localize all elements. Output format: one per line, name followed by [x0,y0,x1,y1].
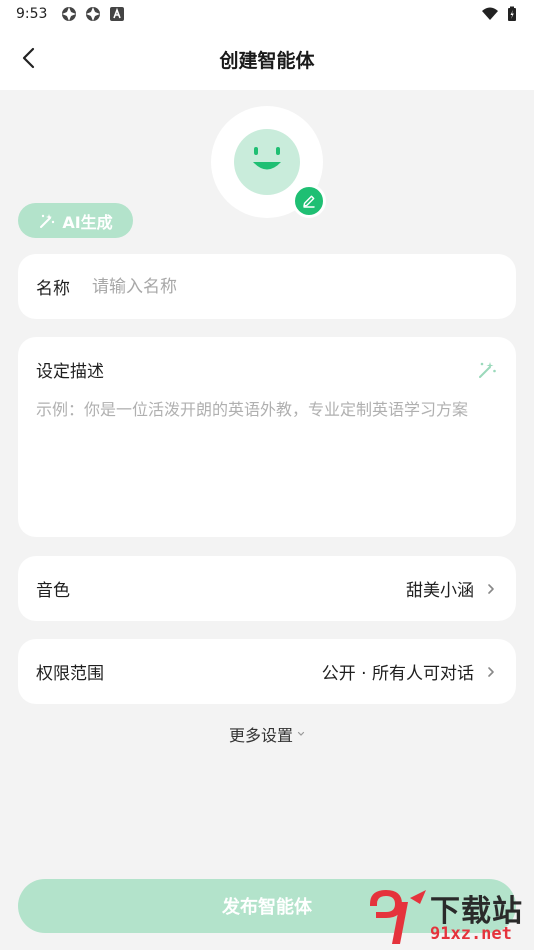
description-label: 设定描述 [36,362,104,382]
smiley-face-icon [253,147,281,170]
voice-value-wrap: 甜美小涵 [406,576,498,601]
description-input[interactable] [36,396,498,516]
text-app-icon [110,7,125,21]
watermark-url: 91xz.net [430,924,512,944]
app-notification-icon [86,7,101,21]
wifi-icon [482,7,498,20]
status-right [482,6,520,22]
chevron-left-icon [22,47,35,69]
permission-value: 公开 · 所有人可对话 [321,664,474,684]
voice-value: 甜美小涵 [406,581,474,601]
header: 创建智能体 [0,28,534,90]
status-bar: 9:53 [0,0,534,28]
permission-value-wrap: 公开 · 所有人可对话 [322,659,498,684]
voice-label: 音色 [36,581,70,601]
ai-generate-label: AI生成 [62,212,113,232]
name-input[interactable] [92,276,452,297]
more-settings-toggle[interactable]: 更多设置 [0,722,534,746]
status-time: 9:53 [16,6,48,22]
pencil-icon [303,195,315,208]
chevron-down-icon [297,731,305,736]
watermark: 下载站 91xz.net [362,884,534,950]
name-label: 名称 [36,279,70,299]
description-header: 设定描述 [36,357,498,382]
battery-icon [508,6,516,21]
permission-label: 权限范围 [36,664,104,684]
status-left: 9:53 [16,6,125,22]
edit-avatar-button[interactable] [292,184,326,218]
chevron-right-icon [488,583,494,594]
page-title: 创建智能体 [219,49,315,72]
watermark-logo-icon [370,890,426,944]
name-card: 名称 [18,254,516,319]
more-settings-label: 更多设置 [228,726,293,745]
chevron-right-icon [488,666,494,677]
ai-generate-button[interactable]: AI生成 [18,203,133,238]
magic-wand-icon[interactable] [476,359,498,381]
magic-wand-icon [40,213,55,228]
description-card: 设定描述 [18,337,516,537]
permission-row[interactable]: 权限范围 公开 · 所有人可对话 [18,639,516,704]
app-notification-icon [62,7,77,21]
avatar-face [234,129,300,195]
voice-row[interactable]: 音色 甜美小涵 [18,556,516,621]
back-button[interactable] [14,44,42,72]
